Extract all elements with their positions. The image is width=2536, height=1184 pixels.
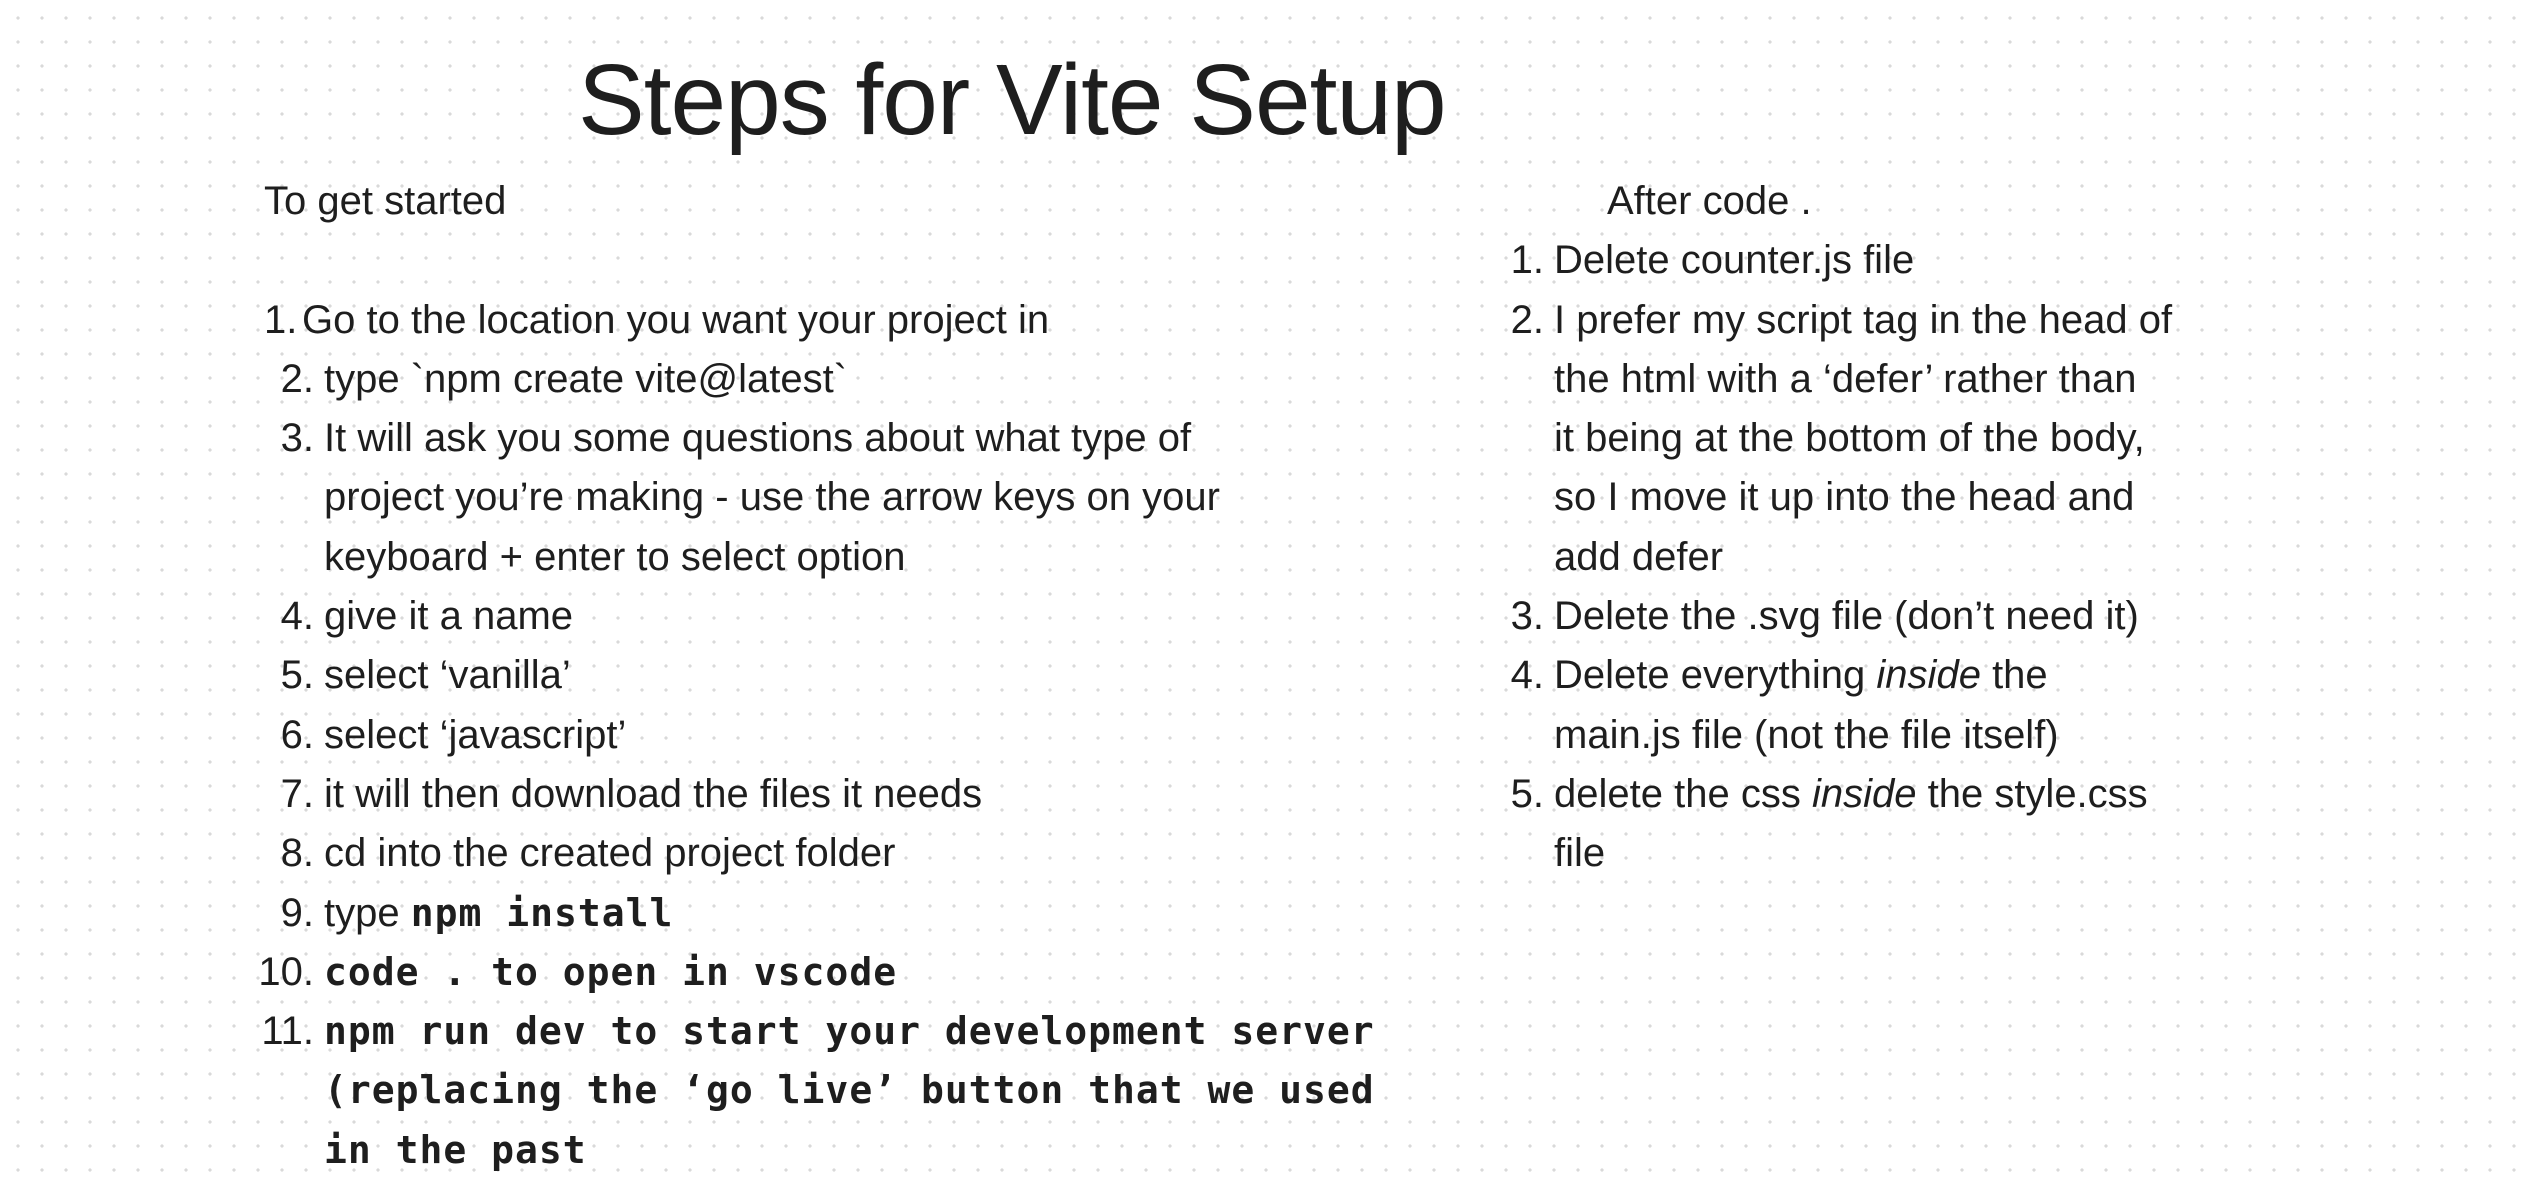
step-text: it being at the bottom of the body,: [1554, 416, 2145, 461]
step-text: Go to the location you want your project…: [302, 297, 1050, 342]
step-text: the html with a ‘defer’ rather than: [1554, 356, 2137, 401]
setup-step-10: 10. code . to open in vscode: [230, 943, 1410, 1002]
inline-code: code . to open in vscode: [324, 949, 898, 994]
after-step-2: 2. I prefer my script tag in the head of…: [1460, 291, 2240, 587]
setup-step-11: 11. npm run dev to start your developmen…: [230, 1002, 1410, 1180]
step-text: cd into the created project folder: [324, 831, 896, 876]
inline-code: in the past: [324, 1127, 587, 1172]
step-number: 7.: [280, 771, 314, 816]
step-number: 2.: [1510, 297, 1544, 342]
step-text: Delete the .svg file (don’t need it): [1554, 594, 2139, 639]
step-number: 8.: [280, 831, 314, 876]
step-number: 6.: [280, 712, 314, 757]
step-text: project you’re making - use the arrow ke…: [324, 475, 1220, 520]
step-text: type npm install: [324, 884, 1410, 943]
step-text: file: [1554, 831, 1606, 876]
setup-step-5: 5. select ‘vanilla’: [230, 646, 1410, 705]
step-text: type `npm create vite@latest`: [324, 356, 848, 401]
emphasis-text: inside: [1811, 771, 1917, 816]
step-prefix: type: [324, 890, 400, 935]
text-after: the: [1992, 653, 2048, 698]
setup-step-2: 2. type `npm create vite@latest`: [230, 350, 1410, 409]
after-code-heading: After code .: [1607, 179, 1812, 223]
step-number: 11.: [261, 1009, 314, 1054]
inline-code: npm run dev to start your development se…: [324, 1009, 1375, 1054]
setup-step-6: 6. select ‘javascript’: [230, 706, 1410, 765]
after-step-1: 1. Delete counter.js file: [1460, 231, 2240, 290]
step-number: 2.: [280, 356, 314, 401]
step-number: 3.: [280, 416, 314, 461]
setup-step-3: 3. It will ask you some questions about …: [230, 409, 1410, 587]
step-text: I prefer my script tag in the head of: [1554, 297, 2173, 342]
step-text: select ‘javascript’: [324, 712, 627, 757]
step-number: 4.: [1510, 653, 1544, 698]
step-number: 5.: [280, 653, 314, 698]
after-code-column: After code . 1. Delete counter.js file 2…: [1460, 172, 2240, 884]
step-text: select ‘vanilla’: [324, 653, 571, 698]
step-text: delete the css inside the style.css: [1554, 765, 2240, 824]
step-text: add defer: [1554, 534, 1724, 579]
step-text: give it a name: [324, 594, 574, 639]
setup-step-1: 1. Go to the location you want your proj…: [230, 291, 1410, 350]
step-number: 9.: [280, 890, 314, 935]
step-number: 3.: [1510, 594, 1544, 639]
text-before: Delete everything: [1554, 653, 1866, 698]
step-text: It will ask you some questions about wha…: [324, 416, 1192, 461]
step-number: 10.: [258, 949, 314, 994]
setup-steps-heading: To get started: [264, 179, 507, 223]
step-text: keyboard + enter to select option: [324, 534, 906, 579]
step-text: so I move it up into the head and: [1554, 475, 2135, 520]
text-before: delete the css: [1554, 771, 1801, 816]
setup-step-4: 4. give it a name: [230, 587, 1410, 646]
setup-step-9: 9. type npm install: [230, 884, 1410, 943]
setup-step-7: 7. it will then download the files it ne…: [230, 765, 1410, 824]
step-number: 5.: [1510, 771, 1544, 816]
after-step-3: 3. Delete the .svg file (don’t need it): [1460, 587, 2240, 646]
inline-code: npm install: [410, 890, 674, 935]
setup-step-8: 8. cd into the created project folder: [230, 824, 1410, 883]
step-text: main.js file (not the file itself): [1554, 712, 2059, 757]
step-text: Delete everything inside the: [1554, 646, 2240, 705]
page-title: Steps for Vite Setup: [578, 44, 1447, 156]
step-number: 1.: [264, 297, 298, 342]
emphasis-text: inside: [1876, 653, 1981, 698]
step-text: it will then download the files it needs: [324, 771, 983, 816]
inline-code: (replacing the ‘go live’ button that we …: [324, 1068, 1375, 1113]
step-number: 4.: [280, 594, 314, 639]
step-text: Delete counter.js file: [1554, 238, 1915, 283]
setup-steps-column: To get started 1. Go to the location you…: [230, 172, 1410, 1180]
step-number: 1.: [1510, 238, 1544, 283]
text-after: the style.css: [1927, 771, 2148, 816]
after-step-4: 4. Delete everything inside the main.js …: [1460, 646, 2240, 765]
after-step-5: 5. delete the css inside the style.css f…: [1460, 765, 2240, 884]
